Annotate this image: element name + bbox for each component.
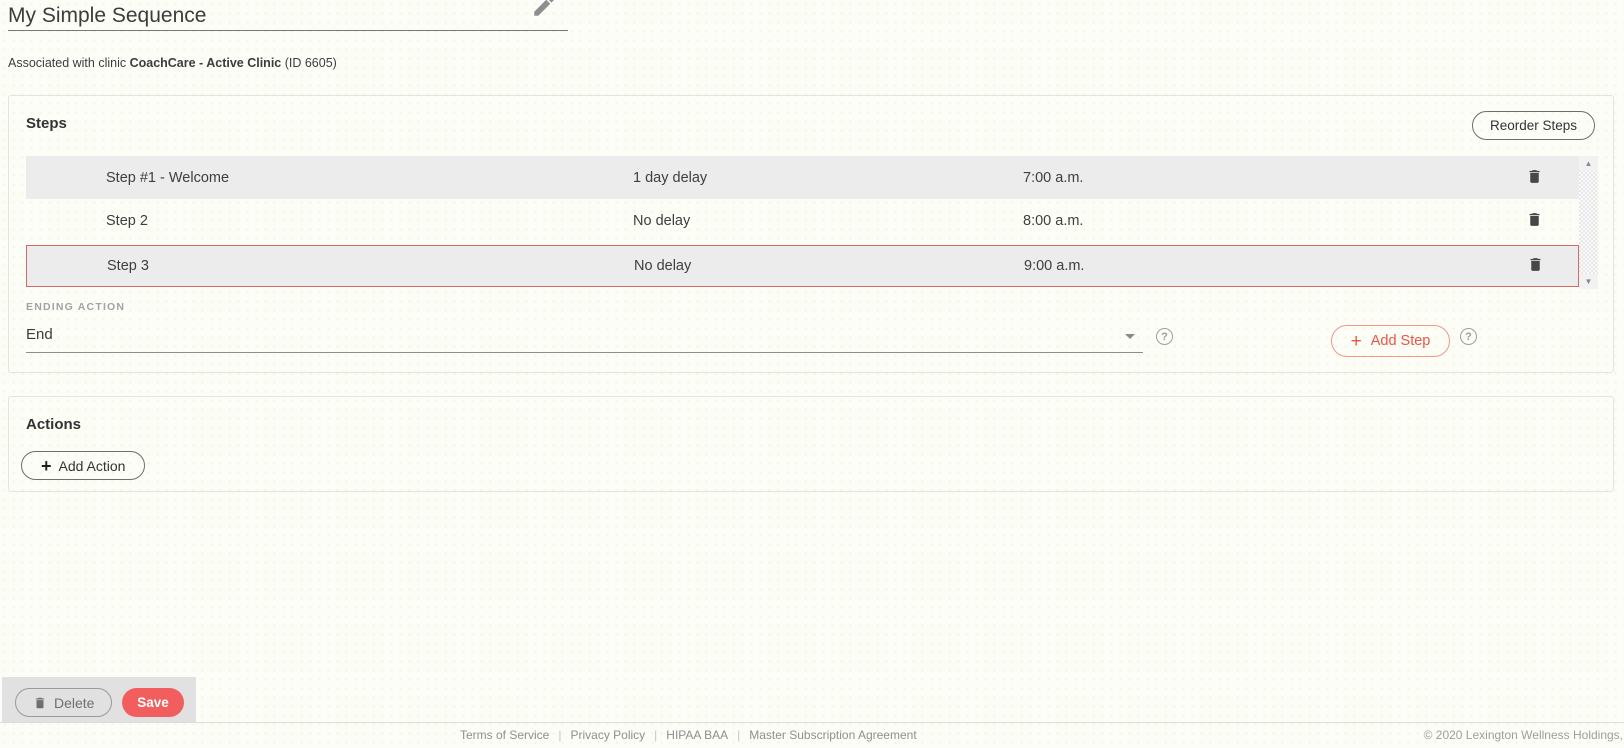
step-row[interactable]: Step 2 No delay 8:00 a.m. <box>26 199 1579 242</box>
delete-label: Delete <box>54 695 94 711</box>
plus-icon: + <box>41 457 52 475</box>
step-delay: No delay <box>633 213 1023 229</box>
bottom-action-bar: Delete Save <box>2 677 196 722</box>
hipaa-baa-link[interactable]: HIPAA BAA <box>666 728 728 742</box>
step-row-selected[interactable]: Step 3 No delay 9:00 a.m. <box>26 245 1579 287</box>
steps-card: Steps Reorder Steps Step #1 - Welcome 1 … <box>8 95 1614 373</box>
scroll-up-icon[interactable]: ▲ <box>1579 156 1598 171</box>
ending-action-select[interactable]: End <box>26 320 1143 353</box>
ending-action-help-icon[interactable]: ? <box>1156 328 1173 345</box>
terms-of-service-link[interactable]: Terms of Service <box>460 728 549 742</box>
step-delay: No delay <box>634 258 1024 274</box>
sequence-editor-page: Associated with clinic CoachCare - Activ… <box>0 0 1624 748</box>
step-time: 8:00 a.m. <box>1023 213 1489 229</box>
delete-sequence-button[interactable]: Delete <box>15 688 112 717</box>
step-delay: 1 day delay <box>633 170 1023 186</box>
add-step-label: Add Step <box>1371 333 1431 349</box>
step-time: 7:00 a.m. <box>1023 170 1489 186</box>
step-name: Step #1 - Welcome <box>106 170 633 186</box>
step-list-scrollbar[interactable]: ▲ ▼ <box>1579 156 1598 289</box>
footer-separator: | <box>737 728 740 742</box>
chevron-down-icon <box>1125 334 1135 339</box>
add-step-button[interactable]: + Add Step <box>1331 325 1450 357</box>
actions-card: Actions + Add Action <box>8 396 1614 492</box>
ending-action-label: ENDING ACTION <box>26 301 125 313</box>
ending-action-value: End <box>26 326 53 343</box>
footer-separator: | <box>558 728 561 742</box>
associated-suffix: (ID 6605) <box>281 56 337 70</box>
master-subscription-agreement-link[interactable]: Master Subscription Agreement <box>749 728 916 742</box>
actions-card-title: Actions <box>26 416 81 433</box>
copyright-text: © 2020 Lexington Wellness Holdings, <box>1424 728 1623 742</box>
delete-step-icon[interactable] <box>1523 167 1545 189</box>
footer: Terms of Service | Privacy Policy | HIPA… <box>0 722 1624 748</box>
step-time: 9:00 a.m. <box>1024 258 1490 274</box>
clinic-name: CoachCare - Active Clinic <box>130 56 282 70</box>
save-button[interactable]: Save <box>122 688 184 717</box>
trash-icon <box>33 695 47 711</box>
add-action-button[interactable]: + Add Action <box>21 451 145 480</box>
step-row[interactable]: Step #1 - Welcome 1 day delay 7:00 a.m. <box>26 156 1579 199</box>
step-name: Step 2 <box>106 213 633 229</box>
delete-step-icon[interactable] <box>1524 255 1546 277</box>
footer-separator: | <box>654 728 657 742</box>
delete-step-icon[interactable] <box>1523 210 1545 232</box>
add-action-label: Add Action <box>59 458 126 474</box>
step-name: Step 3 <box>107 258 634 274</box>
footer-links: Terms of Service | Privacy Policy | HIPA… <box>460 728 917 742</box>
step-list: Step #1 - Welcome 1 day delay 7:00 a.m. … <box>26 156 1598 289</box>
scroll-down-icon[interactable]: ▼ <box>1579 274 1598 289</box>
plus-icon: + <box>1351 332 1362 351</box>
reorder-steps-button[interactable]: Reorder Steps <box>1472 111 1595 140</box>
associated-clinic-line: Associated with clinic CoachCare - Activ… <box>8 56 337 70</box>
sequence-name-input[interactable] <box>8 1 568 31</box>
privacy-policy-link[interactable]: Privacy Policy <box>570 728 645 742</box>
steps-card-title: Steps <box>26 115 67 132</box>
edit-pencil-icon[interactable] <box>531 0 557 19</box>
add-step-help-icon[interactable]: ? <box>1460 328 1477 345</box>
associated-prefix: Associated with clinic <box>8 56 130 70</box>
